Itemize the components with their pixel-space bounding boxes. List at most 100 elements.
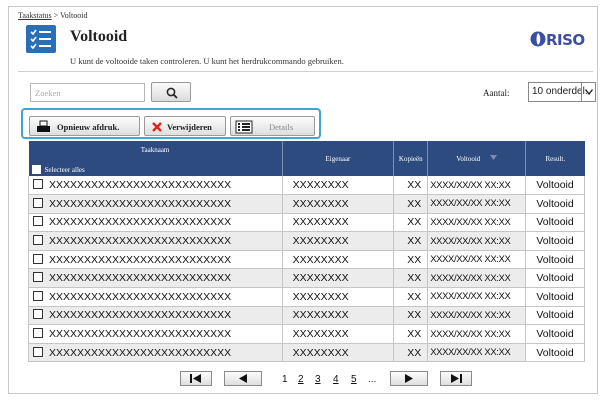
previous-page-button[interactable] [224,371,262,386]
first-page-icon [190,374,201,383]
job-name: XXXXXXXXXXXXXXXXXXXXXXXXXX [49,216,232,229]
completed-jobs-table: Taaknaam Selecteer alles Eigenaar Kopieë… [28,141,585,363]
table-row[interactable]: XXXXXXXXXXXXXXXXXXXXXXXXXX XXXXXXXX XX XXXX… [28,176,585,196]
copies-cell: XX [393,306,429,326]
page-size-select[interactable]: 10 onderdel. [528,82,596,102]
table-row[interactable]: XXXXXXXXXXXXXXXXXXXXXXXXXX XXXXXXXX XX XXXX… [28,306,585,326]
copies-cell: XX [393,268,429,289]
row-checkbox[interactable] [33,290,43,301]
owner-cell: XXXXXXXX [282,250,395,270]
job-actions-toolbar: Opnieuw afdruk. Verwijderen Details [21,108,321,139]
select-all-checkbox[interactable] [31,165,41,174]
breadcrumb-job-status-link[interactable]: Taakstatus [18,11,52,20]
result-cell: Voltooid [525,250,585,270]
last-page-button[interactable] [440,371,472,386]
column-header-completed[interactable]: Voltooid [427,141,527,176]
table-row[interactable]: XXXXXXXXXXXXXXXXXXXXXXXXXX XXXXXXXX XX XXXX… [28,194,585,214]
column-header-job-name[interactable]: Taaknaam Selecteer alles [28,141,283,176]
last-page-icon [451,374,462,383]
owner-cell: XXXXXXXX [282,231,395,251]
page-number-link[interactable]: 5 [351,374,357,385]
breadcrumb-separator: > [51,11,61,20]
page-number-link[interactable]: 3 [315,374,321,385]
result-cell: Voltooid [525,231,585,251]
owner-cell: XXXXXXXX [282,343,395,363]
row-checkbox[interactable] [33,328,43,339]
column-header-copies[interactable]: Kopieën [393,141,429,176]
svg-text:RISO: RISO [546,31,585,48]
row-checkbox[interactable] [33,272,43,283]
owner-cell: XXXXXXXX [282,194,395,214]
delete-x-icon [145,120,163,135]
breadcrumb: Taakstatus > Voltooid [18,11,87,20]
search-button[interactable] [151,82,191,102]
completed-list-icon [26,25,56,53]
select-all-label: Selecteer alles [44,165,85,174]
first-page-button[interactable] [180,371,212,386]
table-row[interactable]: XXXXXXXXXXXXXXXXXXXXXXXXXX XXXXXXXX XX XXXX… [28,268,585,289]
header-divider [18,71,593,72]
result-cell: Voltooid [525,287,585,307]
table-header-row: Taaknaam Selecteer alles Eigenaar Kopieë… [28,141,585,176]
job-name: XXXXXXXXXXXXXXXXXXXXXXXXXX [49,179,232,192]
magnifier-icon [166,87,178,99]
sort-descending-icon [482,154,498,163]
reprint-button[interactable]: Opnieuw afdruk. [29,116,140,136]
next-page-icon [405,374,413,383]
job-name-cell: XXXXXXXXXXXXXXXXXXXXXXXXXX [28,213,283,233]
column-header-owner[interactable]: Eigenaar [282,141,395,176]
delete-button[interactable]: Verwijderen [144,116,226,136]
row-checkbox[interactable] [33,253,43,264]
table-row[interactable]: XXXXXXXXXXXXXXXXXXXXXXXXXX XXXXXXXX XX XXXX… [28,343,585,363]
page-number-link[interactable]: 4 [333,374,339,385]
owner-cell: XXXXXXXX [282,213,395,233]
owner-cell: XXXXXXXX [282,268,395,289]
table-row[interactable]: XXXXXXXXXXXXXXXXXXXXXXXXXX XXXXXXXX XX XXXX… [28,324,585,344]
completed-date-cell: XXXX/XX/XX XX:XX [427,324,527,344]
result-cell: Voltooid [525,324,585,344]
owner-cell: XXXXXXXX [282,306,395,326]
page-number-current: 1 [282,374,288,385]
row-checkbox[interactable] [33,235,43,246]
table-row[interactable]: XXXXXXXXXXXXXXXXXXXXXXXXXX XXXXXXXX XX XXXX… [28,250,585,270]
row-checkbox[interactable] [33,179,43,190]
details-button[interactable]: Details [230,116,315,136]
row-checkbox[interactable] [33,346,43,357]
printer-icon [30,120,53,136]
breadcrumb-current: Voltooid [60,11,88,20]
job-name: XXXXXXXXXXXXXXXXXXXXXXXXXX [49,272,232,285]
search-input[interactable] [30,83,145,102]
column-header-label: Taaknaam [140,146,170,154]
details-label: Details [269,122,294,132]
details-list-icon [231,120,253,136]
owner-cell: XXXXXXXX [282,287,395,307]
job-name-cell: XXXXXXXXXXXXXXXXXXXXXXXXXX [28,176,283,196]
reprint-label: Opnieuw afdruk. [57,122,120,132]
row-checkbox[interactable] [33,309,43,320]
job-name-cell: XXXXXXXXXXXXXXXXXXXXXXXXXX [28,231,283,251]
row-checkbox[interactable] [33,197,43,208]
select-all-control[interactable]: Selecteer alles [31,165,85,174]
table-row[interactable]: XXXXXXXXXXXXXXXXXXXXXXXXXX XXXXXXXX XX XXXX… [28,231,585,251]
table-row[interactable]: XXXXXXXXXXXXXXXXXXXXXXXXXX XXXXXXXX XX XXXX… [28,287,585,307]
previous-page-icon [239,374,247,383]
copies-cell: XX [393,287,429,307]
result-cell: Voltooid [525,343,585,363]
job-name: XXXXXXXXXXXXXXXXXXXXXXXXXX [49,309,232,322]
completed-date-cell: XXXX/XX/XX XX:XX [427,287,527,307]
result-cell: Voltooid [525,194,585,214]
row-checkbox[interactable] [33,216,43,227]
result-cell: Voltooid [525,268,585,289]
job-name-cell: XXXXXXXXXXXXXXXXXXXXXXXXXX [28,324,283,344]
job-name: XXXXXXXXXXXXXXXXXXXXXXXXXX [49,328,232,341]
column-header-result[interactable]: Result. [525,141,585,176]
page-title: Voltooid [70,28,128,45]
next-page-button[interactable] [390,371,428,386]
job-name: XXXXXXXXXXXXXXXXXXXXXXXXXX [49,235,232,248]
table-row[interactable]: XXXXXXXXXXXXXXXXXXXXXXXXXX XXXXXXXX XX XXXX… [28,213,585,233]
job-name-cell: XXXXXXXXXXXXXXXXXXXXXXXXXX [28,194,283,214]
completed-date-cell: XXXX/XX/XX XX:XX [427,250,527,270]
copies-cell: XX [393,194,429,214]
page-number-link[interactable]: 2 [298,374,304,385]
completed-date-cell: XXXX/XX/XX XX:XX [427,306,527,326]
